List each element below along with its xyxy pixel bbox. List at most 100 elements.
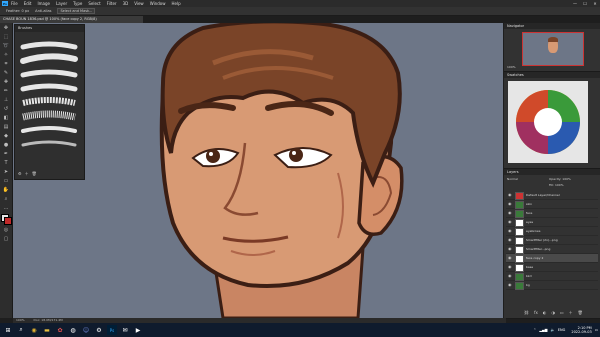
lasso-tool-icon[interactable]: ➰	[2, 42, 10, 50]
stamp-tool-icon[interactable]: ⊥	[2, 96, 10, 104]
folder-icon[interactable]: ▬	[42, 325, 52, 335]
eyedropper-tool-icon[interactable]: ✎	[2, 69, 10, 77]
layer-row[interactable]: ◉ Smartfilter...png	[506, 245, 598, 254]
visibility-eye-icon[interactable]: ◉	[508, 191, 512, 199]
marquee-tool-icon[interactable]: ⬚	[2, 33, 10, 41]
crop-tool-icon[interactable]: ⌗	[2, 60, 10, 68]
brush-tool-icon[interactable]: ✏	[2, 87, 10, 95]
type-tool-icon[interactable]: T	[2, 159, 10, 167]
select-and-mask-button[interactable]: Select and Mask...	[57, 8, 96, 14]
mail-icon[interactable]: ✉	[120, 325, 130, 335]
feather-field[interactable]: Feather: 0 px	[6, 9, 29, 13]
screen-mode-icon[interactable]: ▢	[2, 235, 10, 243]
move-tool-icon[interactable]: ✥	[2, 24, 10, 32]
background-color[interactable]	[4, 217, 12, 225]
brush-stroke-previews[interactable]	[19, 37, 79, 167]
adjustment-layer-icon[interactable]: ◑	[551, 310, 555, 316]
layer-row[interactable]: ◉ skin	[506, 200, 598, 209]
document-tab[interactable]: CHASE BOUN 1836.psd @ 100% (face copy 2,…	[0, 16, 143, 23]
layer-row[interactable]: ◉ bg	[506, 281, 598, 290]
new-group-icon[interactable]: ▭	[560, 310, 564, 316]
magic-wand-tool-icon[interactable]: ✧	[2, 51, 10, 59]
maximize-button[interactable]: ☐	[580, 0, 590, 7]
menu-view[interactable]: View	[134, 1, 144, 6]
delete-brush-icon[interactable]: 🗑	[32, 171, 37, 177]
path-select-tool-icon[interactable]: ➤	[2, 168, 10, 176]
search-icon[interactable]: ⌕	[16, 325, 26, 335]
more-tools-icon[interactable]: …	[2, 204, 10, 212]
menu-select[interactable]: Select	[88, 1, 100, 6]
menu-image[interactable]: Image	[37, 1, 50, 6]
language-indicator[interactable]: ENG	[558, 328, 566, 332]
layer-row[interactable]: ◉ Smartfilter (2x)...png	[506, 236, 598, 245]
brush-settings-icon[interactable]: ⚙	[18, 171, 22, 177]
visibility-eye-icon[interactable]: ◉	[508, 281, 512, 289]
navigator-preview[interactable]	[522, 32, 584, 66]
tray-up-arrow-icon[interactable]: ⌃	[533, 328, 536, 332]
blur-tool-icon[interactable]: ◆	[2, 132, 10, 140]
menu-help[interactable]: Help	[171, 1, 180, 6]
start-icon[interactable]: ⊞	[3, 325, 13, 335]
layer-row[interactable]: ◉ base	[506, 263, 598, 272]
visibility-eye-icon[interactable]: ◉	[508, 236, 512, 244]
quick-mask-icon[interactable]: ◎	[2, 226, 10, 234]
layer-style-icon[interactable]: fx	[534, 310, 538, 316]
menu-filter[interactable]: Filter	[107, 1, 117, 6]
layer-row[interactable]: ◉ face	[506, 209, 598, 218]
layer-row[interactable]: ◉ eyebrows	[506, 227, 598, 236]
fill-field[interactable]: Fill: 100%	[549, 183, 564, 187]
visibility-eye-icon[interactable]: ◉	[508, 245, 512, 253]
visibility-eye-icon[interactable]: ◉	[508, 254, 512, 262]
visibility-eye-icon[interactable]: ◉	[508, 200, 512, 208]
layer-row[interactable]: ◉ Default Layer/Channel	[506, 191, 598, 200]
shape-tool-icon[interactable]: ▭	[2, 177, 10, 185]
menu-type[interactable]: Type	[73, 1, 82, 6]
dodge-tool-icon[interactable]: ●	[2, 141, 10, 149]
steam-icon[interactable]: ◍	[68, 325, 78, 335]
zoom-tool-icon[interactable]: ⌕	[2, 195, 10, 203]
swatch-grid[interactable]	[508, 81, 588, 163]
visibility-eye-icon[interactable]: ◉	[508, 209, 512, 217]
visibility-eye-icon[interactable]: ◉	[508, 263, 512, 271]
layer-mask-icon[interactable]: ◐	[543, 310, 547, 316]
menu-layer[interactable]: Layer	[56, 1, 67, 6]
eraser-tool-icon[interactable]: ◧	[2, 114, 10, 122]
color-swatches[interactable]	[0, 213, 12, 225]
canvas[interactable]	[13, 23, 503, 318]
hand-tool-icon[interactable]: ✋	[2, 186, 10, 194]
discord-icon[interactable]: ☺	[81, 325, 91, 335]
visibility-eye-icon[interactable]: ◉	[508, 272, 512, 280]
layer-row-selected[interactable]: ◉ face copy 2	[506, 254, 598, 263]
menu-file[interactable]: File	[11, 1, 18, 6]
chrome-icon[interactable]: ◉	[29, 325, 39, 335]
photoshop-icon[interactable]: Ps	[107, 325, 117, 335]
menu-3d[interactable]: 3D	[123, 1, 129, 6]
menu-window[interactable]: Window	[150, 1, 166, 6]
layer-row[interactable]: ◉ eyes	[506, 218, 598, 227]
visibility-eye-icon[interactable]: ◉	[508, 227, 512, 235]
navigator-zoom[interactable]: 100%	[507, 65, 516, 69]
minimize-button[interactable]: —	[570, 0, 580, 7]
media-icon[interactable]: ▶	[133, 325, 143, 335]
pen-tool-icon[interactable]: ✒	[2, 150, 10, 158]
delete-layer-icon[interactable]: 🗑	[578, 310, 583, 316]
paint-icon[interactable]: ✿	[55, 325, 65, 335]
clock[interactable]: 2:10 PM 2022-09-03	[568, 326, 591, 334]
close-button[interactable]: ✕	[590, 0, 600, 7]
network-icon[interactable]: ▂▄▆	[539, 328, 547, 332]
blend-mode-select[interactable]: Normal	[507, 177, 518, 181]
anti-alias-checkbox[interactable]: Anti-alias	[35, 9, 51, 13]
menu-edit[interactable]: Edit	[24, 1, 32, 6]
opacity-field[interactable]: Opacity: 100%	[549, 177, 571, 181]
healing-tool-icon[interactable]: ✚	[2, 78, 10, 86]
link-layers-icon[interactable]: ⛓	[524, 310, 529, 316]
visibility-eye-icon[interactable]: ◉	[508, 218, 512, 226]
new-brush-icon[interactable]: ＋	[25, 171, 29, 177]
history-brush-icon[interactable]: ↺	[2, 105, 10, 113]
notifications-icon[interactable]: ▭	[595, 328, 598, 332]
gradient-tool-icon[interactable]: ▤	[2, 123, 10, 131]
status-zoom[interactable]: 100%	[16, 318, 25, 322]
volume-icon[interactable]: 🔈	[550, 328, 554, 332]
new-layer-icon[interactable]: ＋	[569, 310, 573, 316]
settings-icon[interactable]: ⚙	[94, 325, 104, 335]
